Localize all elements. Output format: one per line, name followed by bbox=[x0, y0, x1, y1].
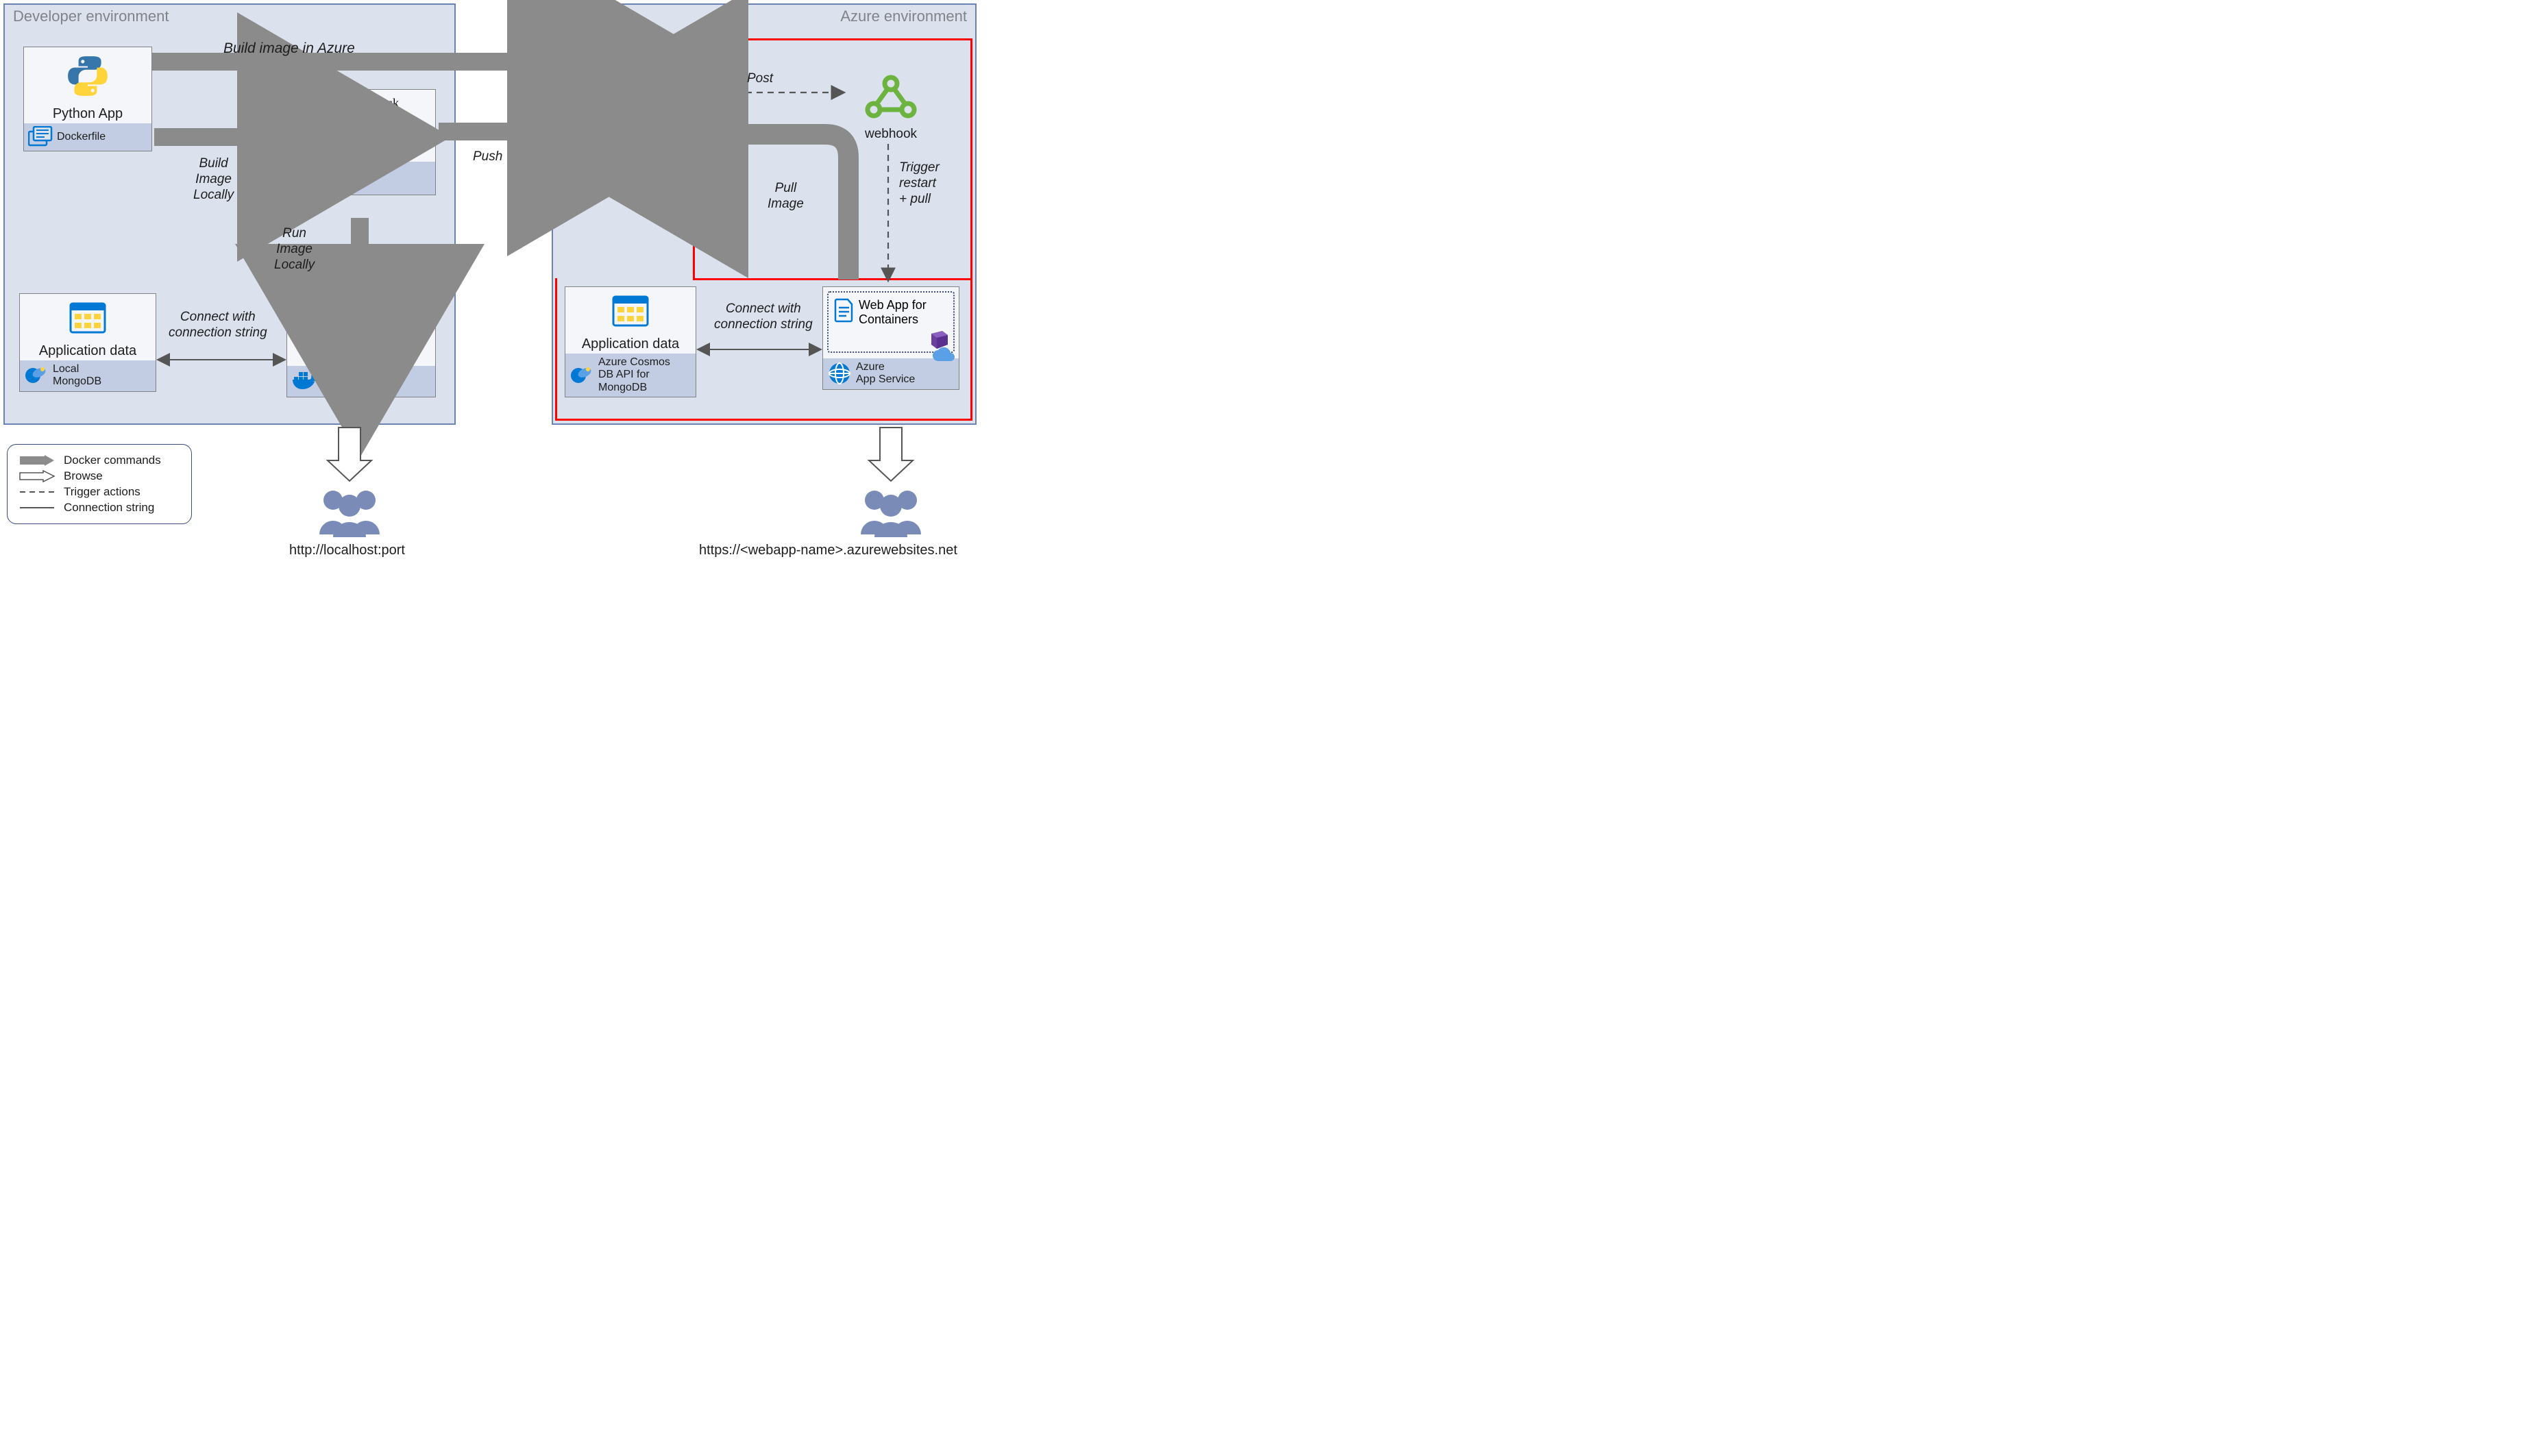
legend-box: Docker commands Browse Trigger actions C… bbox=[7, 444, 192, 524]
label-connect-azure: Connect with connection string bbox=[714, 301, 813, 333]
legend-trigger: Trigger actions bbox=[17, 485, 182, 499]
label-run-local: Run Image Locally bbox=[274, 226, 315, 273]
legend-browse: Browse bbox=[17, 469, 182, 483]
legend-docker: Docker commands bbox=[17, 454, 182, 467]
url-azure: https://<webapp-name>.azurewebsites.net bbox=[699, 543, 957, 558]
label-connect-local: Connect with connection string bbox=[169, 310, 267, 341]
legend-conn: Connection string bbox=[17, 501, 182, 515]
label-build-local: Build Image Locally bbox=[193, 156, 234, 203]
label-pull-image: Pull Image bbox=[768, 181, 804, 212]
users-group-local-icon bbox=[308, 485, 391, 537]
label-push: Push bbox=[473, 149, 502, 165]
users-group-azure-icon bbox=[850, 485, 932, 537]
label-trigger: Trigger restart + pull bbox=[899, 160, 940, 207]
label-post: Post bbox=[747, 71, 773, 87]
label-build-azure: Build image in Azure bbox=[223, 40, 355, 57]
url-local: http://localhost:port bbox=[289, 543, 405, 558]
